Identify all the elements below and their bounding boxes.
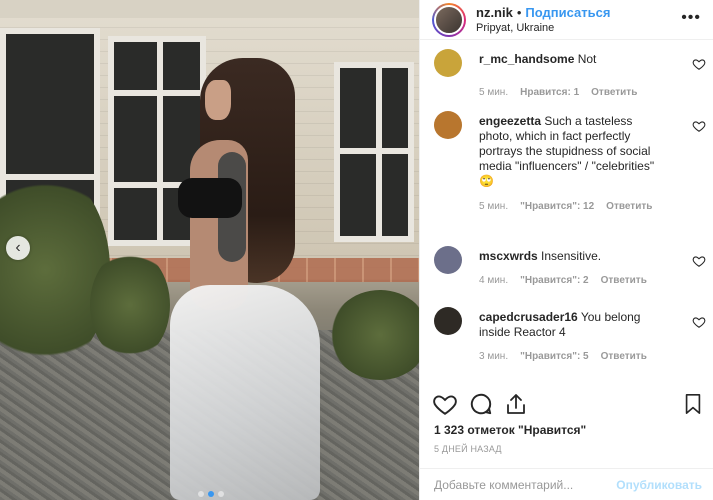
comment-input[interactable] (434, 477, 617, 492)
comment-item: r_mc_handsome Not 5 мин. Нравится: 1 Отв… (434, 49, 706, 109)
post-time[interactable]: 5 ДНЕЙ НАЗАД (434, 444, 502, 454)
comment-avatar[interactable] (434, 246, 462, 274)
post-actions (420, 389, 713, 419)
heart-icon[interactable] (692, 315, 706, 329)
comment-likes[interactable]: "Нравится": 2 (520, 275, 589, 286)
comment-avatar[interactable] (434, 307, 462, 335)
carousel-dot (198, 491, 204, 497)
carousel-dot (218, 491, 224, 497)
comment-time[interactable]: 5 мин. (479, 87, 508, 98)
comment-avatar[interactable] (434, 49, 462, 77)
comment-avatar[interactable] (434, 111, 462, 139)
share-icon[interactable] (504, 391, 528, 417)
comment-reply-button[interactable]: Ответить (601, 351, 647, 362)
heart-icon[interactable] (692, 254, 706, 268)
comment-likes[interactable]: "Нравится": 12 (520, 201, 594, 212)
photo-figure-face (205, 80, 231, 120)
comment-text: Insensitive. (541, 249, 602, 263)
previous-photo-button[interactable]: ‹ (6, 236, 30, 260)
post-photo[interactable]: ‹ (0, 0, 419, 500)
comment-username[interactable]: mscxwrds (479, 249, 538, 263)
comment-reply-button[interactable]: Ответить (591, 87, 637, 98)
comments-list[interactable]: r_mc_handsome Not 5 мин. Нравится: 1 Отв… (420, 41, 713, 382)
comment-username[interactable]: capedcrusader16 (479, 310, 578, 324)
photo-figure-cloth (170, 285, 320, 500)
more-horizontal-icon[interactable]: ••• (681, 9, 701, 27)
comment-item: engeezetta Such a tasteless photo, which… (434, 111, 706, 231)
photo-shrub (330, 290, 419, 380)
photo-window-right (334, 62, 414, 242)
eye-roll-emoji: 🙄 (479, 174, 494, 188)
comment-reply-button[interactable]: Ответить (601, 275, 647, 286)
add-comment-bar: Опубликовать (420, 468, 713, 500)
likes-count[interactable]: 1 323 отметок "Нравится" (434, 423, 586, 437)
comment-time[interactable]: 4 мин. (479, 275, 508, 286)
comment-time[interactable]: 5 мин. (479, 201, 508, 212)
bookmark-icon[interactable] (682, 391, 704, 417)
carousel-dots (198, 491, 224, 497)
carousel-dot-active (208, 491, 214, 497)
publish-button[interactable]: Опубликовать (616, 478, 702, 492)
chevron-left-icon: ‹ (15, 239, 21, 256)
photo-figure-top (178, 178, 242, 218)
comment-likes[interactable]: Нравится: 1 (520, 87, 579, 98)
comment-item: mscxwrds Insensitive. 4 мин. "Нравится":… (434, 246, 706, 296)
comment-text: Not (577, 52, 597, 66)
author-username[interactable]: nz.nik (476, 5, 513, 20)
post-location[interactable]: Pripyat, Ukraine (476, 22, 610, 34)
author-avatar[interactable] (432, 2, 466, 37)
comment-reply-button[interactable]: Ответить (606, 201, 652, 212)
heart-icon[interactable] (432, 391, 458, 417)
photo-roofline (0, 0, 419, 18)
comment-time[interactable]: 3 мин. (479, 351, 508, 362)
comment-username[interactable]: engeezetta (479, 114, 541, 128)
comment-item: capedcrusader16 You belong inside Reacto… (434, 307, 706, 377)
header-separator: • (516, 5, 522, 20)
comment-username[interactable]: r_mc_handsome (479, 52, 574, 66)
comment-likes[interactable]: "Нравится": 5 (520, 351, 589, 362)
heart-icon[interactable] (692, 57, 706, 71)
post-header: nz.nik • Подписаться Pripyat, Ukraine ••… (420, 0, 713, 40)
comment-icon[interactable] (468, 391, 494, 417)
post-sidebar: nz.nik • Подписаться Pripyat, Ukraine ••… (419, 0, 713, 500)
follow-button[interactable]: Подписаться (525, 5, 610, 20)
photo-shrub (90, 250, 170, 360)
heart-icon[interactable] (692, 119, 706, 133)
